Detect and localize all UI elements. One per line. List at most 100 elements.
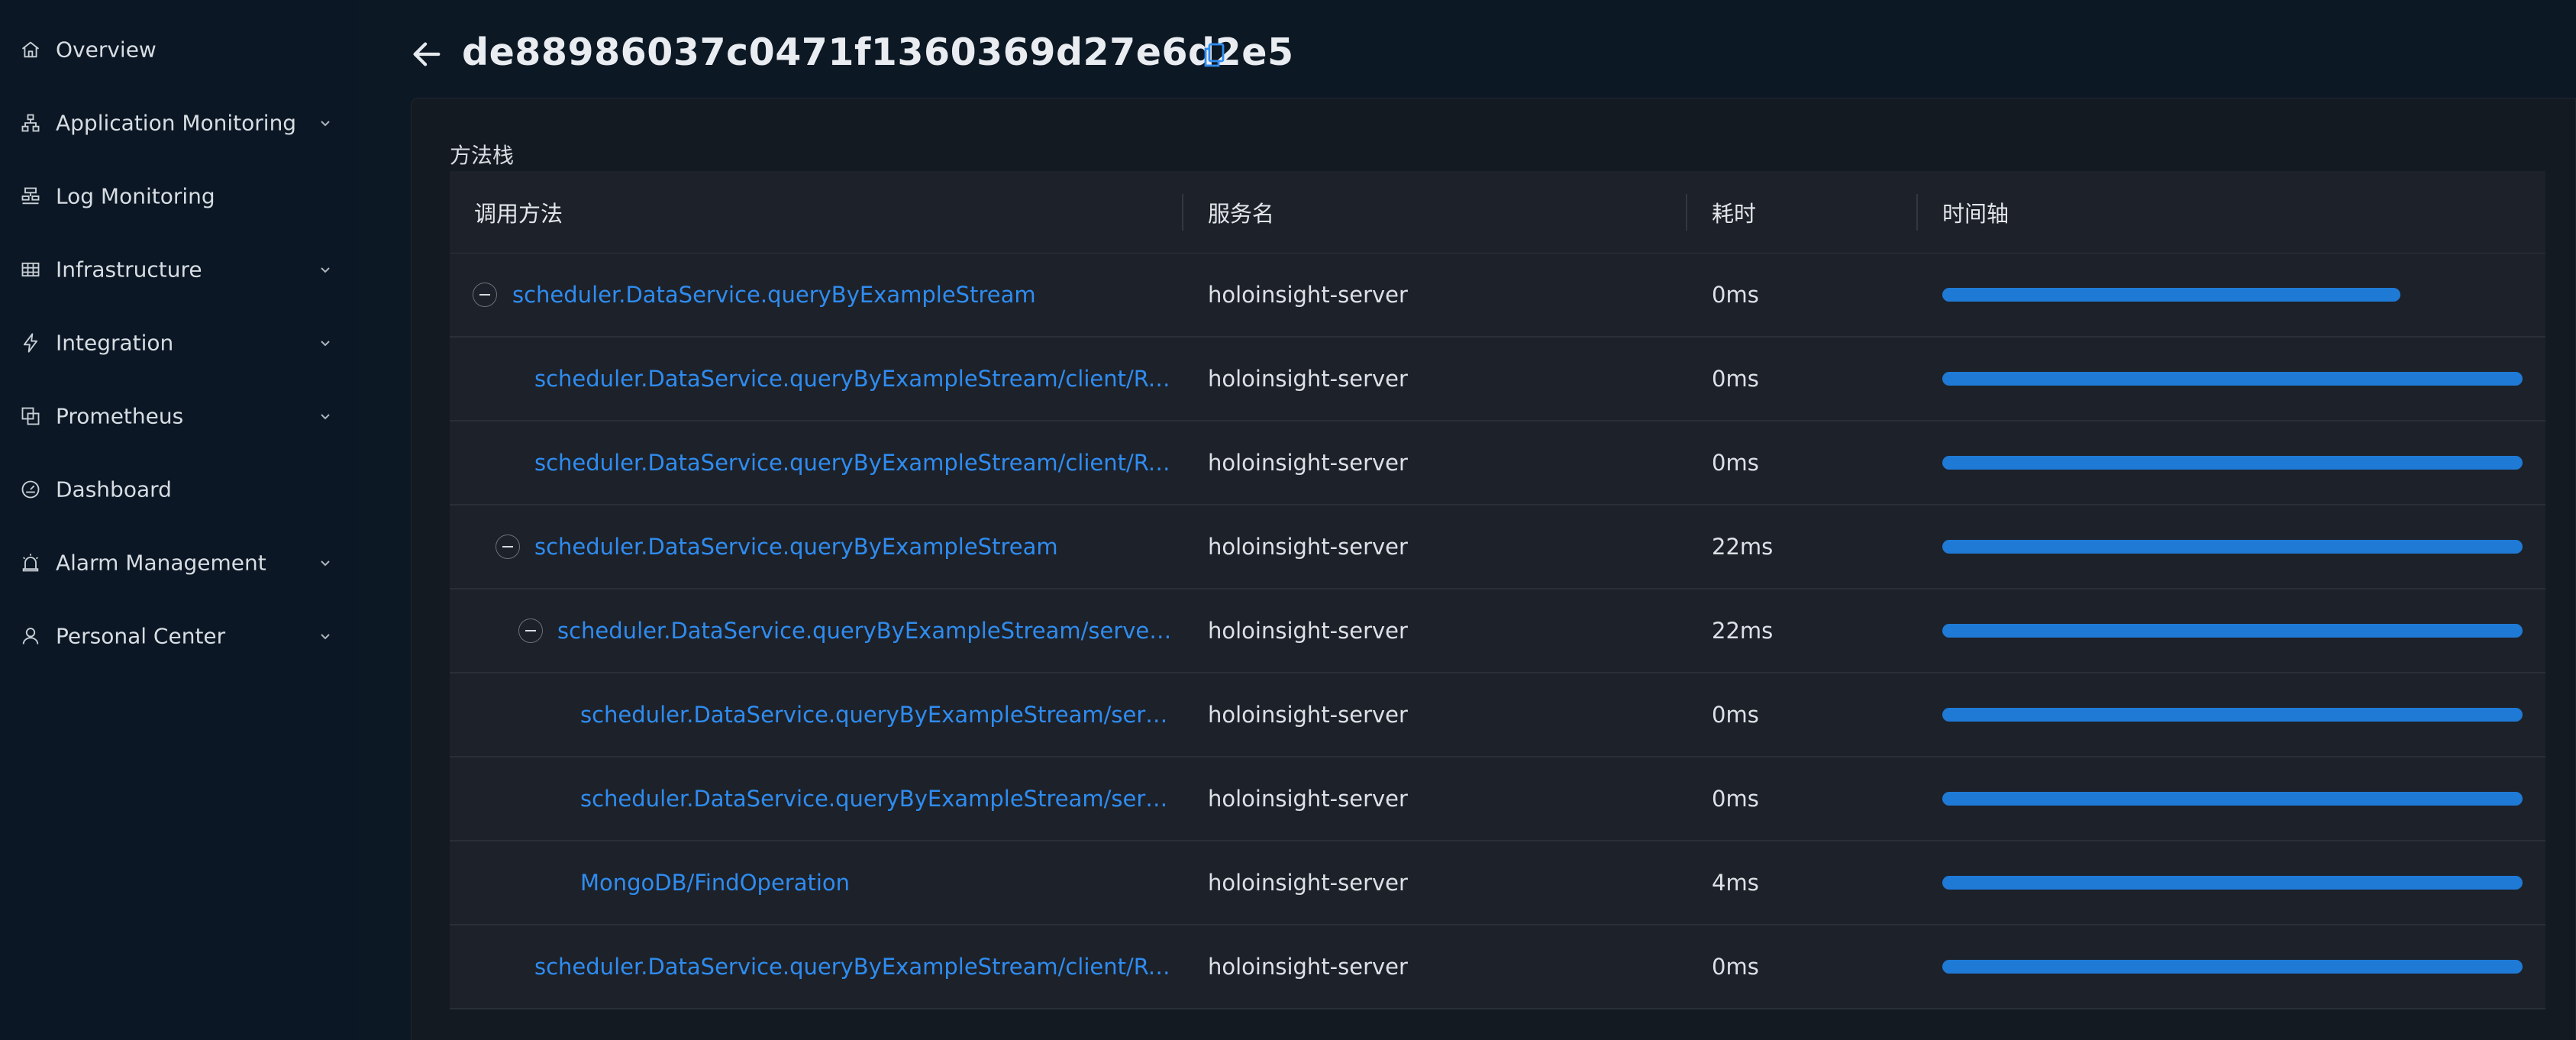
table-grid-icon (20, 259, 41, 280)
method-link[interactable]: scheduler.DataService.queryByExampleStre… (580, 786, 1173, 812)
table-body: scheduler.DataService.queryByExampleStre… (450, 254, 2545, 1009)
sidebar: Overview Application Monitoring Log Moni… (0, 0, 359, 1040)
table-row: scheduler.DataService.queryByExampleStre… (450, 421, 2545, 505)
column-divider (1916, 194, 1918, 231)
timeline-track (1942, 456, 2523, 470)
table-header: 调用方法 服务名 耗时 时间轴 (450, 171, 2545, 254)
sidebar-item-label: Alarm Management (56, 550, 266, 576)
sidebar-item-label: Application Monitoring (56, 110, 297, 136)
service-name: holoinsight-server (1208, 450, 1408, 476)
column-divider (1182, 194, 1183, 231)
timeline-track (1942, 876, 2523, 890)
duration: 22ms (1712, 534, 1774, 560)
timeline-bar (1942, 708, 2523, 722)
chevron-down-icon[interactable] (316, 114, 334, 132)
timeline-track (1942, 792, 2523, 806)
timeline-track (1942, 708, 2523, 722)
sidebar-item-label: Log Monitoring (56, 183, 215, 209)
timeline-bar (1942, 960, 2523, 974)
sidebar-item-prometheus[interactable]: Prometheus (0, 389, 359, 443)
method-link[interactable]: scheduler.DataService.queryByExampleStre… (580, 702, 1173, 728)
sidebar-item-label: Prometheus (56, 403, 184, 429)
timeline-bar (1942, 792, 2523, 806)
timeline-bar (1942, 456, 2523, 470)
service-name: holoinsight-server (1208, 282, 1408, 308)
timeline-bar (1942, 288, 2401, 302)
service-name: holoinsight-server (1208, 954, 1408, 980)
log-tree-icon (20, 186, 41, 207)
sidebar-item-label: Personal Center (56, 623, 226, 649)
overlap-squares-icon (20, 405, 41, 427)
hierarchy-icon (20, 112, 41, 134)
timeline-bar (1942, 624, 2523, 638)
table-row: scheduler.DataService.queryByExampleStre… (450, 925, 2545, 1009)
back-button[interactable] (409, 37, 444, 72)
sidebar-item-alarm-management[interactable]: Alarm Management (0, 536, 359, 589)
table-row: scheduler.DataService.queryByExampleStre… (450, 673, 2545, 757)
sidebar-item-label: Integration (56, 330, 174, 356)
method-link[interactable]: scheduler.DataService.queryByExampleStre… (534, 534, 1058, 560)
chevron-down-icon[interactable] (316, 554, 334, 572)
column-header-duration: 耗时 (1712, 201, 1757, 227)
duration: 4ms (1712, 870, 1759, 896)
timeline-track (1942, 288, 2523, 302)
service-name: holoinsight-server (1208, 702, 1408, 728)
method-link[interactable]: scheduler.DataService.queryByExampleStre… (512, 282, 1036, 308)
timeline-bar (1942, 540, 2523, 554)
chevron-down-icon[interactable] (316, 260, 334, 279)
sidebar-item-personal-center[interactable]: Personal Center (0, 609, 359, 663)
duration: 0ms (1712, 702, 1759, 728)
home-icon (20, 39, 41, 60)
timeline-bar (1942, 372, 2523, 386)
column-header-service: 服务名 (1208, 201, 1275, 227)
sidebar-item-application-monitoring[interactable]: Application Monitoring (0, 96, 359, 150)
service-name: holoinsight-server (1208, 366, 1408, 392)
table-row: scheduler.DataService.queryByExampleStre… (450, 338, 2545, 421)
method-link[interactable]: MongoDB/FindOperation (580, 870, 850, 896)
collapse-toggle-icon[interactable] (518, 619, 543, 643)
table-row: scheduler.DataService.queryByExampleStre… (450, 254, 2545, 338)
sidebar-item-label: Infrastructure (56, 257, 202, 283)
duration: 0ms (1712, 450, 1759, 476)
service-name: holoinsight-server (1208, 786, 1408, 812)
timeline-bar (1942, 876, 2523, 890)
app-root: Overview Application Monitoring Log Moni… (0, 0, 2576, 1040)
section-label: 方法栈 (450, 143, 515, 168)
method-link[interactable]: scheduler.DataService.queryByExampleStre… (534, 450, 1173, 476)
duration: 22ms (1712, 618, 1774, 644)
collapse-toggle-icon[interactable] (473, 283, 497, 307)
sidebar-item-label: Overview (56, 37, 157, 63)
table-row: scheduler.DataService.queryByExampleStre… (450, 505, 2545, 589)
copy-icon[interactable] (1203, 43, 1225, 67)
column-divider (1686, 194, 1687, 231)
service-name: holoinsight-server (1208, 618, 1408, 644)
sidebar-item-dashboard[interactable]: Dashboard (0, 463, 359, 516)
duration: 0ms (1712, 954, 1759, 980)
method-link[interactable]: scheduler.DataService.queryByExampleStre… (557, 618, 1173, 644)
sidebar-item-overview[interactable]: Overview (0, 23, 359, 76)
chevron-down-icon[interactable] (316, 407, 334, 425)
column-header-timeline: 时间轴 (1942, 201, 2009, 227)
service-name: holoinsight-server (1208, 870, 1408, 896)
sidebar-item-integration[interactable]: Integration (0, 316, 359, 370)
arrow-left-icon (413, 42, 441, 66)
sidebar-item-label: Dashboard (56, 476, 172, 502)
sidebar-item-infrastructure[interactable]: Infrastructure (0, 243, 359, 296)
timeline-track (1942, 540, 2523, 554)
chevron-down-icon[interactable] (316, 627, 334, 645)
lightning-icon (20, 332, 41, 354)
sidebar-item-log-monitoring[interactable]: Log Monitoring (0, 170, 359, 223)
table-row: scheduler.DataService.queryByExampleStre… (450, 589, 2545, 673)
table-row: scheduler.DataService.queryByExampleStre… (450, 757, 2545, 841)
method-link[interactable]: scheduler.DataService.queryByExampleStre… (534, 366, 1173, 392)
chevron-down-icon[interactable] (316, 334, 334, 352)
service-name: holoinsight-server (1208, 534, 1408, 560)
timeline-track (1942, 960, 2523, 974)
method-stack-table: 调用方法 服务名 耗时 时间轴 scheduler.DataService.qu… (450, 171, 2545, 1009)
timeline-track (1942, 372, 2523, 386)
page-title: de88986037c0471f1360369d27e6d2e5 (462, 31, 1294, 74)
duration: 0ms (1712, 282, 1759, 308)
collapse-toggle-icon[interactable] (496, 535, 520, 559)
method-link[interactable]: scheduler.DataService.queryByExampleStre… (534, 954, 1173, 980)
duration: 0ms (1712, 366, 1759, 392)
